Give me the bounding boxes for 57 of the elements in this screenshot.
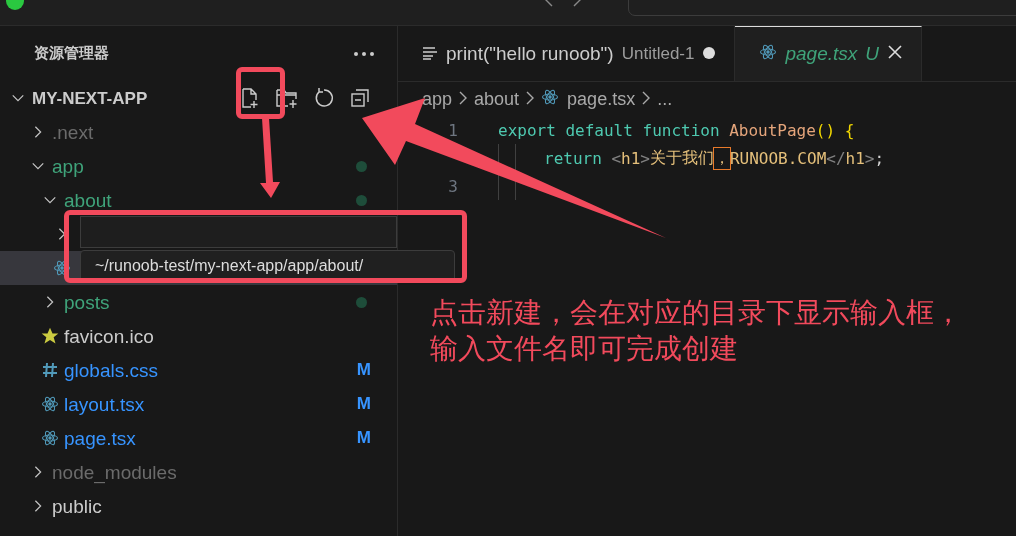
annotation-text: 点击新建，会在对应的目录下显示输入框， 输入文件名即可完成创建 [430,296,962,366]
code-token: </ [826,148,846,168]
code-token: ， [713,147,730,169]
collapse-all-icon[interactable] [349,87,371,109]
chevron-icon [525,90,536,105]
unsaved-dot-icon[interactable] [702,45,717,60]
breadcrumb[interactable]: ... [657,88,673,110]
tree-item[interactable]: page.tsx [64,428,136,448]
tree-item[interactable]: node_modules [52,462,177,482]
tree-item[interactable]: .next [52,122,94,142]
git-status-label: M [356,360,371,380]
tree-item[interactable]: globals.css [64,360,158,380]
code-token: > [864,148,875,168]
panel-title: 资源管理器 [34,44,109,63]
editor-tab[interactable]: page.tsx U [735,26,923,81]
code-token: () { [815,120,855,140]
code-token: < [611,148,622,168]
code-token: ; [874,148,885,168]
highlight-frame [236,67,285,119]
text-lines-icon [422,45,438,60]
tree-item[interactable]: favicon.ico [64,326,154,346]
code-token: return [544,148,602,168]
new-folder-icon[interactable] [275,87,299,109]
code-token: RUNOOB.COM [729,148,827,168]
react-icon [41,429,59,447]
new-file-icon[interactable] [239,87,261,109]
chevron-icon [641,90,652,105]
git-status-label: M [356,394,371,414]
tree-item[interactable]: layout.tsx [64,394,145,414]
star-icon [40,326,60,346]
hash-icon [42,362,58,378]
code-token: h1 [621,148,641,168]
react-icon [541,87,560,106]
code-token: > [640,148,650,168]
more-icon[interactable] [353,50,375,57]
code-token: AboutPage [729,120,816,140]
tree-item[interactable]: posts [64,292,110,312]
code-token: h1 [845,148,865,168]
close-icon[interactable] [887,44,904,60]
code-token: export default function [498,120,720,140]
tree-item[interactable]: about [64,190,112,210]
react-icon [53,259,71,277]
line-number: 1 [447,120,459,140]
tree-item[interactable]: public [52,496,102,516]
file-name-input[interactable] [80,216,397,248]
breadcrumb[interactable]: page.tsx [541,87,636,111]
line-number: 3 [447,176,459,196]
refresh-icon[interactable] [313,87,335,109]
code-token: 关于我们 [649,147,714,169]
tree-item[interactable]: app [52,156,84,176]
breadcrumb[interactable]: app [422,88,453,110]
project-header[interactable]: MY-NEXT-APP [0,81,397,115]
react-icon [41,395,59,413]
git-status-label: M [356,428,371,448]
breadcrumb[interactable]: about [474,88,520,110]
chevron-icon [458,90,469,105]
react-icon [759,42,778,61]
